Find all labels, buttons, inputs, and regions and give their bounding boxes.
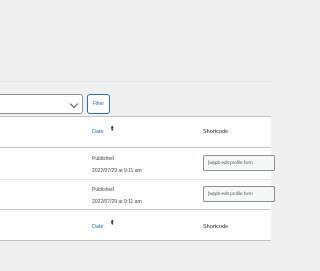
posts-table: Date ▲ ▼ Shortcode Published 2022/07/29 a… [0, 116, 275, 241]
post-status: Published [92, 156, 114, 162]
shortcode-field[interactable]: [wppb-edit-profile form [203, 155, 275, 171]
table-header: Date ▲ ▼ Shortcode [0, 117, 271, 148]
filters-bar: Filter [0, 94, 271, 116]
shortcode-field[interactable]: [wppb-edit-profile form [203, 186, 275, 202]
filter-button[interactable]: Filter [87, 94, 110, 114]
chevron-down-icon [69, 99, 79, 109]
bulk-filter-select[interactable] [0, 94, 83, 114]
admin-header [0, 0, 271, 82]
sort-arrows-icon[interactable]: ▲ ▼ [110, 124, 115, 132]
shortcode-column-header: Shortcode [203, 129, 229, 135]
sort-arrows-icon[interactable]: ▲ ▼ [110, 218, 115, 226]
table-row: Published 2022/07/29 at 9:11 am [wppb-ed… [0, 179, 275, 210]
table-footer: Date ▲ ▼ Shortcode [0, 209, 271, 241]
post-date: 2022/07/29 at 9:11 am [92, 199, 142, 205]
date-column-header[interactable]: Date [92, 129, 104, 135]
date-column-footer[interactable]: Date [92, 224, 104, 230]
shortcode-column-footer: Shortcode [203, 224, 229, 230]
table-row: Published 2022/07/29 at 9:11 am [wppb-ed… [0, 148, 275, 180]
post-date: 2022/07/29 at 9:11 am [92, 168, 142, 174]
post-status: Published [92, 187, 114, 193]
